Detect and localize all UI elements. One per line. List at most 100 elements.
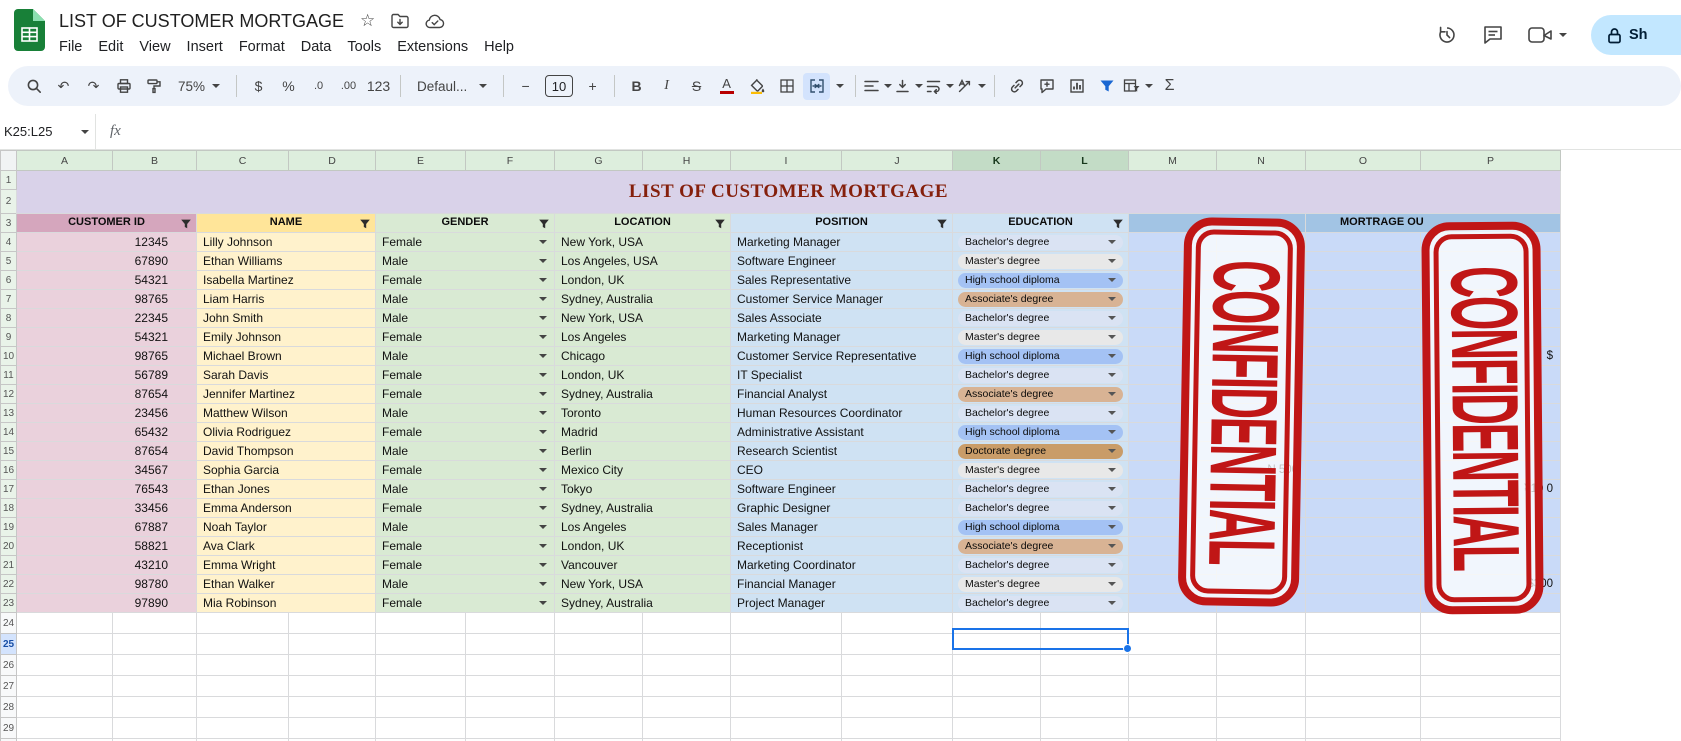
cell-B28[interactable] bbox=[112, 696, 197, 718]
cell-gender-dropdown[interactable]: Male bbox=[375, 441, 555, 461]
filter-header-education[interactable]: EDUCATION bbox=[952, 213, 1129, 233]
cell-customer-id[interactable]: 33456 bbox=[16, 498, 197, 518]
cell-position[interactable]: Graphic Designer bbox=[730, 498, 953, 518]
cell-gender-dropdown[interactable]: Male bbox=[375, 308, 555, 328]
column-header-J[interactable]: J bbox=[841, 150, 953, 171]
filter-header-name[interactable]: NAME bbox=[196, 213, 376, 233]
cell-C26[interactable] bbox=[196, 654, 289, 676]
menu-insert[interactable]: Insert bbox=[179, 36, 231, 58]
cell-O26[interactable] bbox=[1305, 654, 1421, 676]
cell-gender-dropdown[interactable]: Female bbox=[375, 536, 555, 556]
cell-customer-id[interactable]: 23456 bbox=[16, 403, 197, 423]
cell-location[interactable]: New York, USA bbox=[554, 574, 731, 594]
menu-extensions[interactable]: Extensions bbox=[389, 36, 476, 58]
cell-C28[interactable] bbox=[196, 696, 289, 718]
column-header-H[interactable]: H bbox=[642, 150, 731, 171]
cell-name[interactable]: Emma Wright bbox=[196, 555, 376, 575]
insert-chart-icon[interactable] bbox=[1063, 73, 1090, 100]
column-header-I[interactable]: I bbox=[730, 150, 842, 171]
cell-position[interactable]: Marketing Coordinator bbox=[730, 555, 953, 575]
row-header-11[interactable]: 11 bbox=[0, 365, 17, 385]
cell-name[interactable]: Ethan Walker bbox=[196, 574, 376, 594]
text-color-button[interactable]: A bbox=[713, 73, 740, 100]
cell-education-dropdown[interactable]: Associate's degree bbox=[952, 536, 1129, 556]
cell-E27[interactable] bbox=[375, 675, 466, 697]
cell-K27[interactable] bbox=[952, 675, 1041, 697]
cell-education-dropdown[interactable]: High school diploma bbox=[952, 422, 1129, 442]
row-header-13[interactable]: 13 bbox=[0, 403, 17, 423]
cell-position[interactable]: IT Specialist bbox=[730, 365, 953, 385]
cell-P25[interactable] bbox=[1420, 633, 1561, 655]
column-header-D[interactable]: D bbox=[288, 150, 376, 171]
increase-font-size-button[interactable]: + bbox=[579, 73, 606, 100]
cell-D26[interactable] bbox=[288, 654, 376, 676]
cell-F28[interactable] bbox=[465, 696, 555, 718]
cell-K26[interactable] bbox=[952, 654, 1041, 676]
cell-E29[interactable] bbox=[375, 717, 466, 739]
cell-B25[interactable] bbox=[112, 633, 197, 655]
undo-icon[interactable]: ↶ bbox=[50, 73, 77, 100]
cell-name[interactable]: Olivia Rodriguez bbox=[196, 422, 376, 442]
cell-J27[interactable] bbox=[841, 675, 953, 697]
cell-education-dropdown[interactable]: Bachelor's degree bbox=[952, 498, 1129, 518]
cell-location[interactable]: Los Angeles bbox=[554, 517, 731, 537]
cell-I26[interactable] bbox=[730, 654, 842, 676]
column-header-E[interactable]: E bbox=[375, 150, 466, 171]
cell-E26[interactable] bbox=[375, 654, 466, 676]
cell-position[interactable]: Software Engineer bbox=[730, 479, 953, 499]
cell-customer-id[interactable]: 54321 bbox=[16, 270, 197, 290]
cell-name[interactable]: Sophia Garcia bbox=[196, 460, 376, 480]
cell-position[interactable]: Customer Service Manager bbox=[730, 289, 953, 309]
filter-funnel-icon[interactable] bbox=[538, 218, 550, 230]
row-header-25[interactable]: 25 bbox=[0, 633, 17, 655]
cell-location[interactable]: London, UK bbox=[554, 270, 731, 290]
cell-G29[interactable] bbox=[554, 717, 643, 739]
cell-C27[interactable] bbox=[196, 675, 289, 697]
cell-F26[interactable] bbox=[465, 654, 555, 676]
cell-position[interactable]: Research Scientist bbox=[730, 441, 953, 461]
cell-K24[interactable] bbox=[952, 612, 1041, 634]
menu-file[interactable]: File bbox=[51, 36, 90, 58]
cell-education-dropdown[interactable]: Bachelor's degree bbox=[952, 593, 1129, 613]
cell-gender-dropdown[interactable]: Female bbox=[375, 460, 555, 480]
column-header-L[interactable]: L bbox=[1040, 150, 1129, 171]
cell-name[interactable]: Noah Taylor bbox=[196, 517, 376, 537]
cell-O9[interactable] bbox=[1305, 327, 1421, 347]
cell-location[interactable]: Tokyo bbox=[554, 479, 731, 499]
cell-O4[interactable] bbox=[1305, 232, 1421, 252]
cell-customer-id[interactable]: 87654 bbox=[16, 441, 197, 461]
cell-position[interactable]: Human Resources Coordinator bbox=[730, 403, 953, 423]
row-header-20[interactable]: 20 bbox=[0, 536, 17, 556]
cell-P27[interactable] bbox=[1420, 675, 1561, 697]
row-header-10[interactable]: 10 bbox=[0, 346, 17, 366]
cell-D24[interactable] bbox=[288, 612, 376, 634]
row-header-27[interactable]: 27 bbox=[0, 675, 17, 697]
row-header-23[interactable]: 23 bbox=[0, 593, 17, 613]
cell-L26[interactable] bbox=[1040, 654, 1129, 676]
cell-H27[interactable] bbox=[642, 675, 731, 697]
cell-customer-id[interactable]: 87654 bbox=[16, 384, 197, 404]
cell-name[interactable]: Jennifer Martinez bbox=[196, 384, 376, 404]
cell-J26[interactable] bbox=[841, 654, 953, 676]
sheet-title-cell[interactable]: LIST OF CUSTOMER MORTGAGE bbox=[16, 170, 1561, 214]
cell-P26[interactable] bbox=[1420, 654, 1561, 676]
font-size-input[interactable]: 10 bbox=[545, 75, 574, 97]
cell-O20[interactable] bbox=[1305, 536, 1421, 556]
column-header-B[interactable]: B bbox=[112, 150, 197, 171]
cell-K28[interactable] bbox=[952, 696, 1041, 718]
cell-M25[interactable] bbox=[1128, 633, 1217, 655]
cell-customer-id[interactable]: 43210 bbox=[16, 555, 197, 575]
cell-C24[interactable] bbox=[196, 612, 289, 634]
cell-M28[interactable] bbox=[1128, 696, 1217, 718]
cell-O15[interactable] bbox=[1305, 441, 1421, 461]
column-header-F[interactable]: F bbox=[465, 150, 555, 171]
cell-L28[interactable] bbox=[1040, 696, 1129, 718]
menu-help[interactable]: Help bbox=[476, 36, 522, 58]
column-header-A[interactable]: A bbox=[16, 150, 113, 171]
filter-funnel-icon[interactable] bbox=[714, 218, 726, 230]
cell-O11[interactable] bbox=[1305, 365, 1421, 385]
decrease-decimal-button[interactable]: .0 bbox=[305, 73, 332, 100]
menu-tools[interactable]: Tools bbox=[339, 36, 389, 58]
star-icon[interactable]: ☆ bbox=[360, 11, 375, 31]
cell-G27[interactable] bbox=[554, 675, 643, 697]
